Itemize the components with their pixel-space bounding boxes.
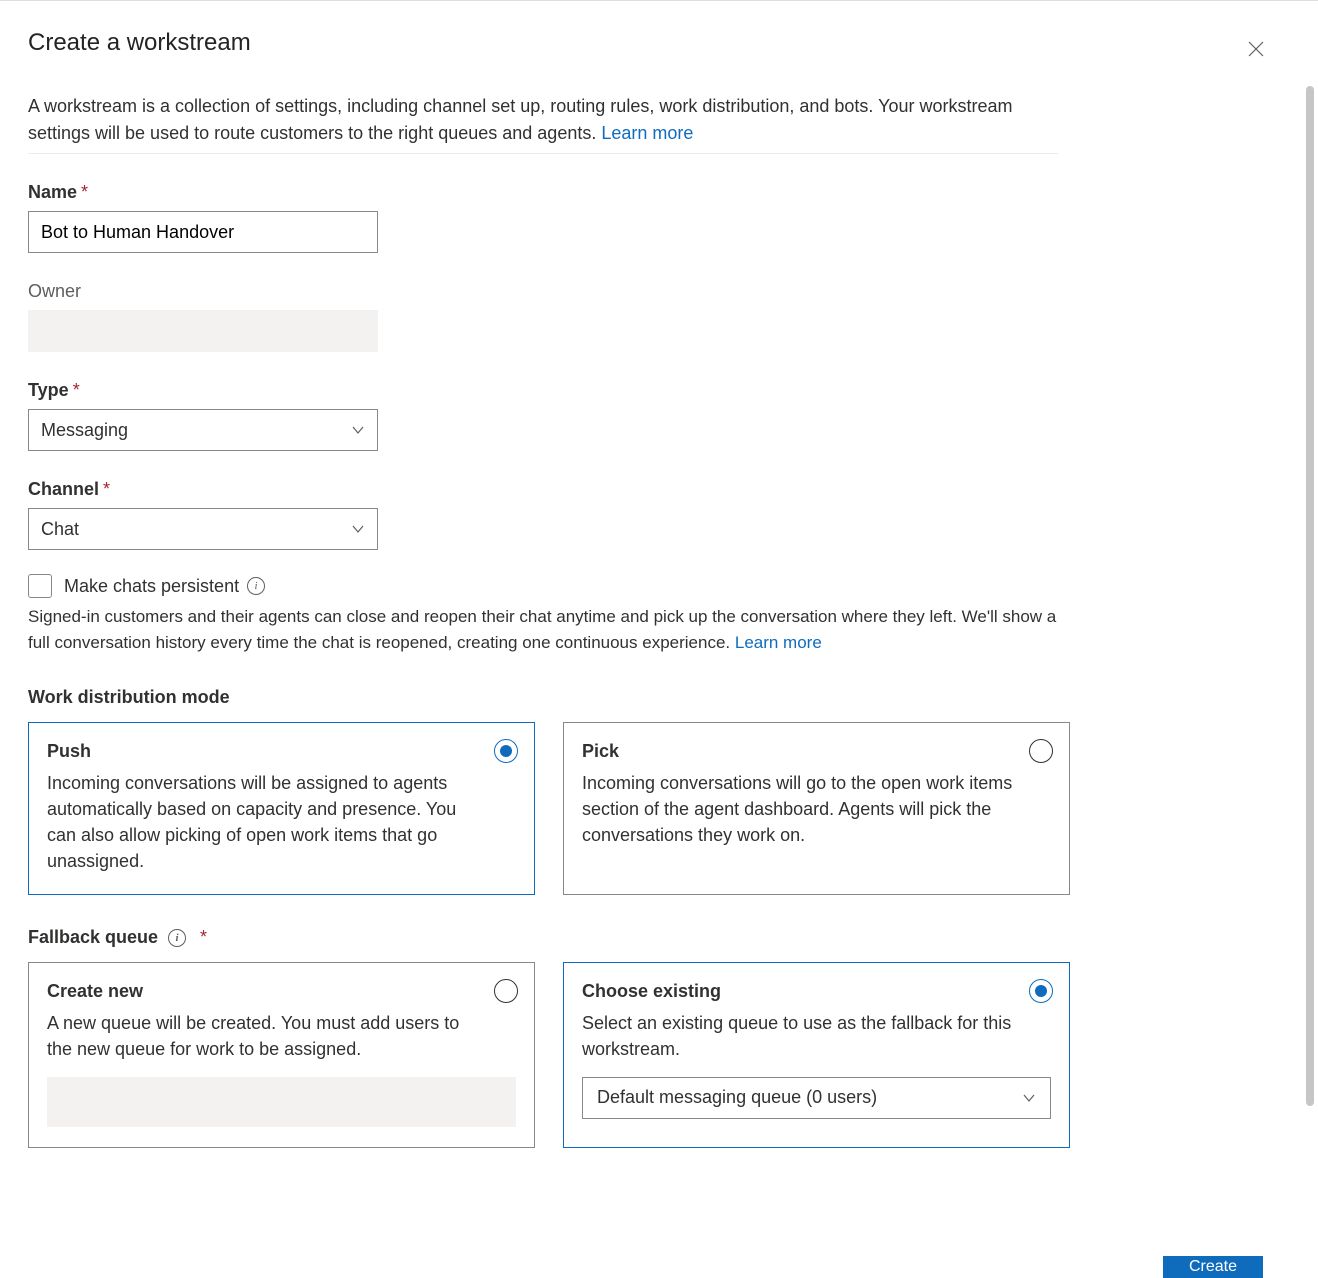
existing-queue-value: Default messaging queue (0 users): [597, 1087, 877, 1108]
create-new-title: Create new: [47, 981, 516, 1002]
chevron-down-icon: [351, 522, 365, 536]
pick-body: Incoming conversations will go to the op…: [582, 770, 1051, 848]
chevron-down-icon: [1022, 1091, 1036, 1105]
choose-existing-card[interactable]: Choose existing Select an existing queue…: [563, 962, 1070, 1147]
create-new-queue-input[interactable]: [47, 1077, 516, 1127]
info-icon[interactable]: i: [168, 929, 186, 947]
push-radio[interactable]: [494, 739, 518, 763]
channel-value: Chat: [41, 519, 79, 540]
choose-existing-body: Select an existing queue to use as the f…: [582, 1010, 1051, 1062]
persistent-chats-label: Make chats persistent: [64, 576, 239, 597]
pick-card[interactable]: Pick Incoming conversations will go to t…: [563, 722, 1070, 895]
persistent-learn-more-link[interactable]: Learn more: [735, 633, 822, 652]
type-label: Type*: [28, 380, 1078, 401]
page-title: Create a workstream: [28, 29, 1290, 57]
close-button[interactable]: [1240, 33, 1272, 65]
channel-select[interactable]: Chat: [28, 508, 378, 550]
persistent-helper: Signed-in customers and their agents can…: [28, 604, 1063, 655]
push-body: Incoming conversations will be assigned …: [47, 770, 516, 874]
close-icon: [1248, 41, 1264, 57]
info-icon[interactable]: i: [247, 577, 265, 595]
push-card[interactable]: Push Incoming conversations will be assi…: [28, 722, 535, 895]
owner-label: Owner: [28, 281, 1078, 302]
pick-radio[interactable]: [1029, 739, 1053, 763]
required-asterisk: *: [73, 380, 80, 400]
description: A workstream is a collection of settings…: [28, 93, 1058, 154]
create-new-body: A new queue will be created. You must ad…: [47, 1010, 516, 1062]
create-new-card[interactable]: Create new A new queue will be created. …: [28, 962, 535, 1147]
existing-queue-select[interactable]: Default messaging queue (0 users): [582, 1077, 1051, 1119]
channel-label: Channel*: [28, 479, 1078, 500]
persistent-chats-checkbox[interactable]: [28, 574, 52, 598]
push-title: Push: [47, 741, 516, 762]
required-asterisk: *: [200, 927, 207, 948]
learn-more-link[interactable]: Learn more: [601, 123, 693, 143]
choose-existing-title: Choose existing: [582, 981, 1051, 1002]
name-label: Name*: [28, 182, 1078, 203]
description-text: A workstream is a collection of settings…: [28, 96, 1013, 143]
create-button[interactable]: Create: [1163, 1256, 1263, 1278]
owner-input[interactable]: [28, 310, 378, 352]
required-asterisk: *: [103, 479, 110, 499]
work-distribution-label: Work distribution mode: [28, 687, 1078, 708]
name-input[interactable]: [28, 211, 378, 253]
pick-title: Pick: [582, 741, 1051, 762]
type-value: Messaging: [41, 420, 128, 441]
type-select[interactable]: Messaging: [28, 409, 378, 451]
required-asterisk: *: [81, 182, 88, 202]
fallback-queue-label: Fallback queue i *: [28, 927, 1078, 948]
chevron-down-icon: [351, 423, 365, 437]
scrollbar[interactable]: [1306, 86, 1314, 1106]
